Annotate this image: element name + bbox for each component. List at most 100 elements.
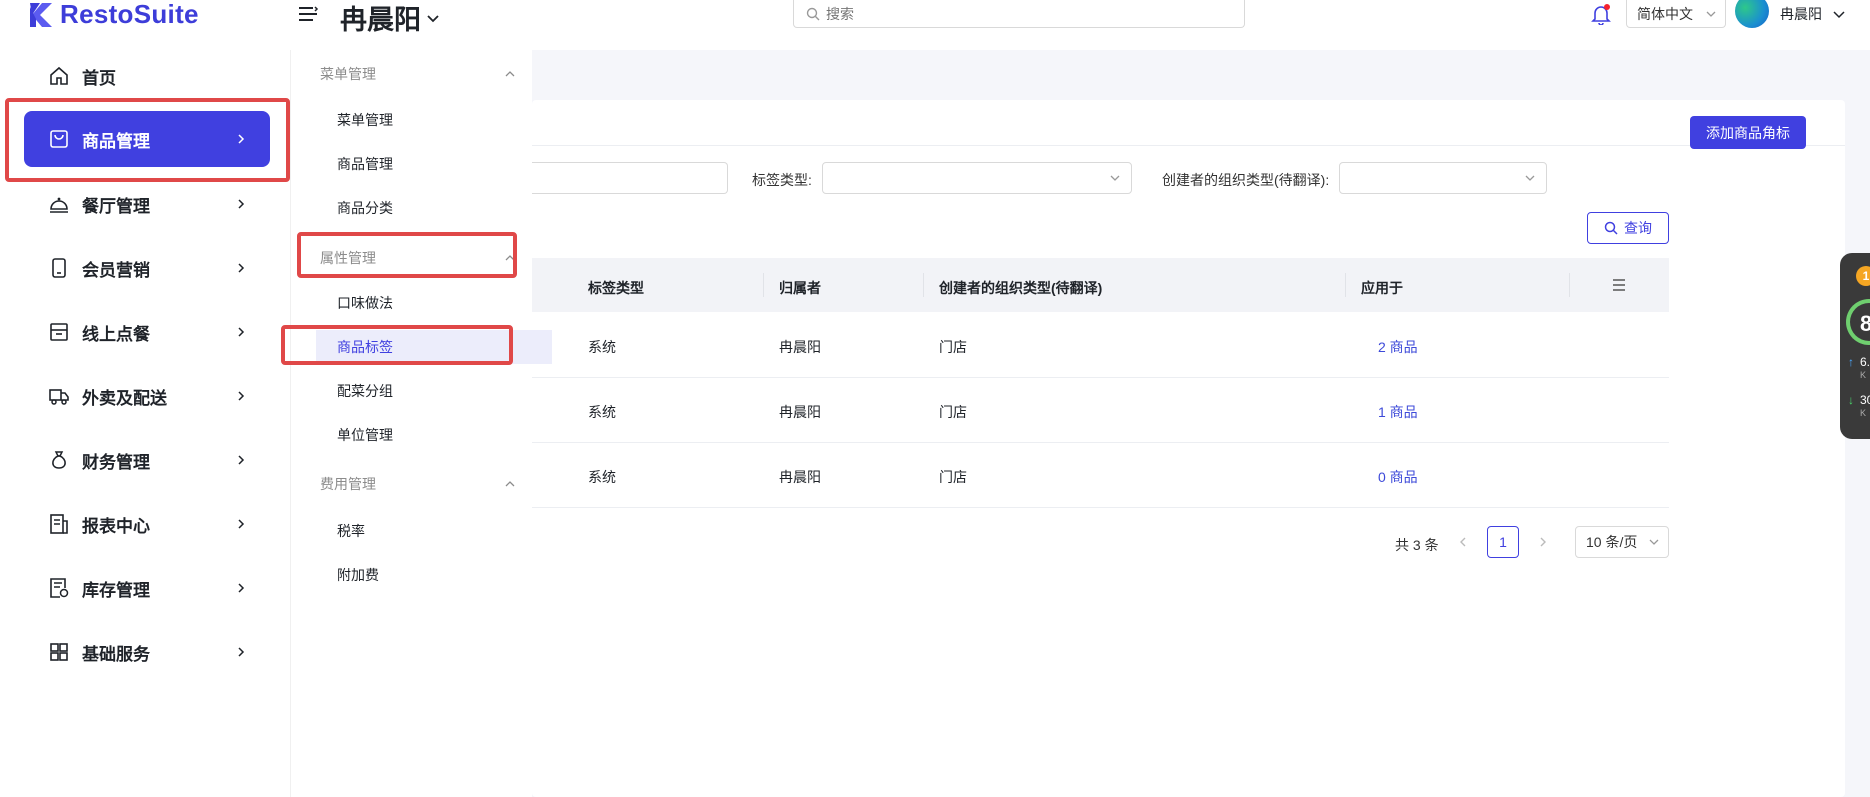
submenu-item-label: 税率: [337, 523, 365, 539]
top-header: RestoSuite 冉晨阳 简体中文 冉晨阳: [0, 0, 1870, 50]
submenu-item-label: 配菜分组: [337, 383, 393, 399]
filter-org-type-select[interactable]: [1339, 162, 1547, 194]
applied-products-link[interactable]: 1 商品: [1378, 402, 1418, 422]
chevron-down-icon: [1525, 175, 1535, 181]
sidebar-item-member-marketing[interactable]: 会员营销: [24, 240, 270, 296]
user-menu[interactable]: 冉晨阳: [1780, 4, 1846, 24]
table-cell: 门店: [939, 339, 967, 355]
column-separator: [763, 273, 764, 297]
submenu-item-label: 商品分类: [337, 200, 393, 216]
column-header-applied-to: 应用于: [1361, 280, 1403, 296]
chevron-up-icon: [505, 71, 515, 77]
submenu-item-menu-management[interactable]: 菜单管理: [316, 103, 552, 137]
sidebar-item-home[interactable]: 首页: [24, 48, 270, 104]
submenu-item-side-dish-group[interactable]: 配菜分组: [316, 374, 552, 408]
sidebar-item-online-ordering[interactable]: 线上点餐: [24, 304, 270, 360]
divider: [532, 145, 1845, 146]
store-switcher[interactable]: 冉晨阳: [340, 0, 441, 37]
table-cell: 冉晨阳: [779, 339, 821, 355]
submenu-item-surcharge[interactable]: 附加费: [316, 558, 552, 592]
column-separator: [1569, 273, 1570, 297]
submenu-panel: 菜单管理 菜单管理 商品管理 商品分类 属性管理 口味做法 商品标签 配菜分组 …: [292, 50, 552, 797]
query-button[interactable]: 查询: [1587, 212, 1669, 244]
page-size-select[interactable]: 10 条/页: [1575, 526, 1669, 558]
sidebar-item-restaurant[interactable]: 餐厅管理: [24, 176, 270, 232]
query-button-label: 查询: [1624, 220, 1652, 236]
next-page-icon[interactable]: [1536, 535, 1550, 549]
widget-download-unit: K: [1860, 408, 1867, 418]
table-cell: 系统: [588, 404, 616, 420]
chevron-down-icon: [427, 14, 439, 22]
row-divider: [532, 377, 1669, 378]
applied-products-link[interactable]: 0 商品: [1378, 467, 1418, 487]
submenu-item-product-management[interactable]: 商品管理: [316, 147, 552, 181]
column-settings-icon[interactable]: [1609, 275, 1629, 295]
chevron-right-icon: [238, 647, 245, 657]
filter-tag-type-label: 标签类型:: [752, 172, 812, 188]
row-divider: [532, 442, 1669, 443]
submenu-item-product-tags[interactable]: 商品标签: [316, 330, 552, 364]
column-separator: [1345, 273, 1346, 297]
notification-bell-icon[interactable]: [1590, 3, 1612, 25]
submenu-item-product-category[interactable]: 商品分类: [316, 191, 552, 225]
table-cell: 门店: [939, 469, 967, 485]
avatar[interactable]: [1735, 0, 1769, 28]
sidebar-item-label: 商品管理: [82, 131, 150, 151]
chevron-up-icon: [505, 481, 515, 487]
applied-products-link[interactable]: 2 商品: [1378, 337, 1418, 357]
table-cell: 系统: [588, 469, 616, 485]
sidebar-item-finance[interactable]: 财务管理: [24, 432, 270, 488]
prev-page-icon[interactable]: [1456, 535, 1470, 549]
submenu-group-title: 属性管理: [320, 250, 376, 266]
sidebar-item-delivery[interactable]: 外卖及配送: [24, 368, 270, 424]
page-size-value: 10 条/页: [1586, 534, 1638, 550]
submenu-group-attributes[interactable]: 属性管理: [320, 248, 516, 268]
submenu-item-label: 单位管理: [337, 427, 393, 443]
add-product-badge-button[interactable]: 添加商品角标: [1690, 116, 1806, 149]
phone-icon: [52, 258, 66, 278]
restosuite-logo-icon: [30, 3, 52, 27]
truck-icon: [49, 389, 69, 405]
bag-icon: [50, 130, 68, 148]
submenu-item-label: 口味做法: [337, 295, 393, 311]
chevron-down-icon: [1110, 175, 1120, 181]
sidebar-item-basic-services[interactable]: 基础服务: [24, 624, 270, 680]
language-select[interactable]: 简体中文: [1626, 0, 1726, 28]
search-box[interactable]: [793, 0, 1245, 28]
sidebar-item-product-management[interactable]: 商品管理: [24, 111, 270, 167]
submenu-item-flavor[interactable]: 口味做法: [316, 286, 552, 320]
submenu-group-title: 菜单管理: [320, 66, 376, 82]
submenu-item-units[interactable]: 单位管理: [316, 418, 552, 452]
sidebar-item-label: 库存管理: [82, 580, 150, 600]
language-value: 简体中文: [1637, 5, 1693, 22]
search-input[interactable]: [826, 5, 1226, 22]
widget-download-value: 30: [1860, 393, 1870, 407]
filter-org-type-label: 创建者的组织类型(待翻译):: [1162, 172, 1330, 188]
chevron-down-icon: [1649, 539, 1659, 545]
sidebar-item-label: 餐厅管理: [82, 196, 150, 216]
filter-name-input[interactable]: [532, 162, 728, 194]
sidebar-item-label: 基础服务: [82, 644, 150, 664]
row-divider: [532, 507, 1669, 508]
performance-widget[interactable]: 1 83 ↑ 6. K ↓ 30 K: [1840, 253, 1870, 439]
filter-tag-type-select[interactable]: [822, 162, 1132, 194]
submenu-item-tax-rate[interactable]: 税率: [316, 514, 552, 548]
moneybag-icon: [52, 451, 66, 469]
table-cell: 系统: [588, 339, 616, 355]
user-name: 冉晨阳: [1780, 6, 1822, 22]
sidebar-item-inventory[interactable]: 库存管理: [24, 560, 270, 616]
submenu-group-fees[interactable]: 费用管理: [320, 474, 516, 494]
arrow-down-icon: ↓: [1848, 393, 1854, 407]
widget-badge: 1: [1856, 266, 1870, 286]
table-cell: 冉晨阳: [779, 404, 821, 420]
sidebar-item-reports[interactable]: 报表中心: [24, 496, 270, 552]
menu-toggle-icon[interactable]: [296, 2, 320, 26]
sidebar-item-label: 财务管理: [82, 452, 150, 472]
search-icon: [806, 7, 820, 20]
sidebar-item-label: 外卖及配送: [82, 388, 167, 408]
chevron-right-icon: [238, 583, 245, 593]
logo[interactable]: RestoSuite: [28, 0, 199, 29]
submenu-group-menu[interactable]: 菜单管理: [320, 64, 516, 84]
store-name: 冉晨阳: [340, 5, 421, 35]
page-button-current[interactable]: 1: [1487, 526, 1519, 558]
